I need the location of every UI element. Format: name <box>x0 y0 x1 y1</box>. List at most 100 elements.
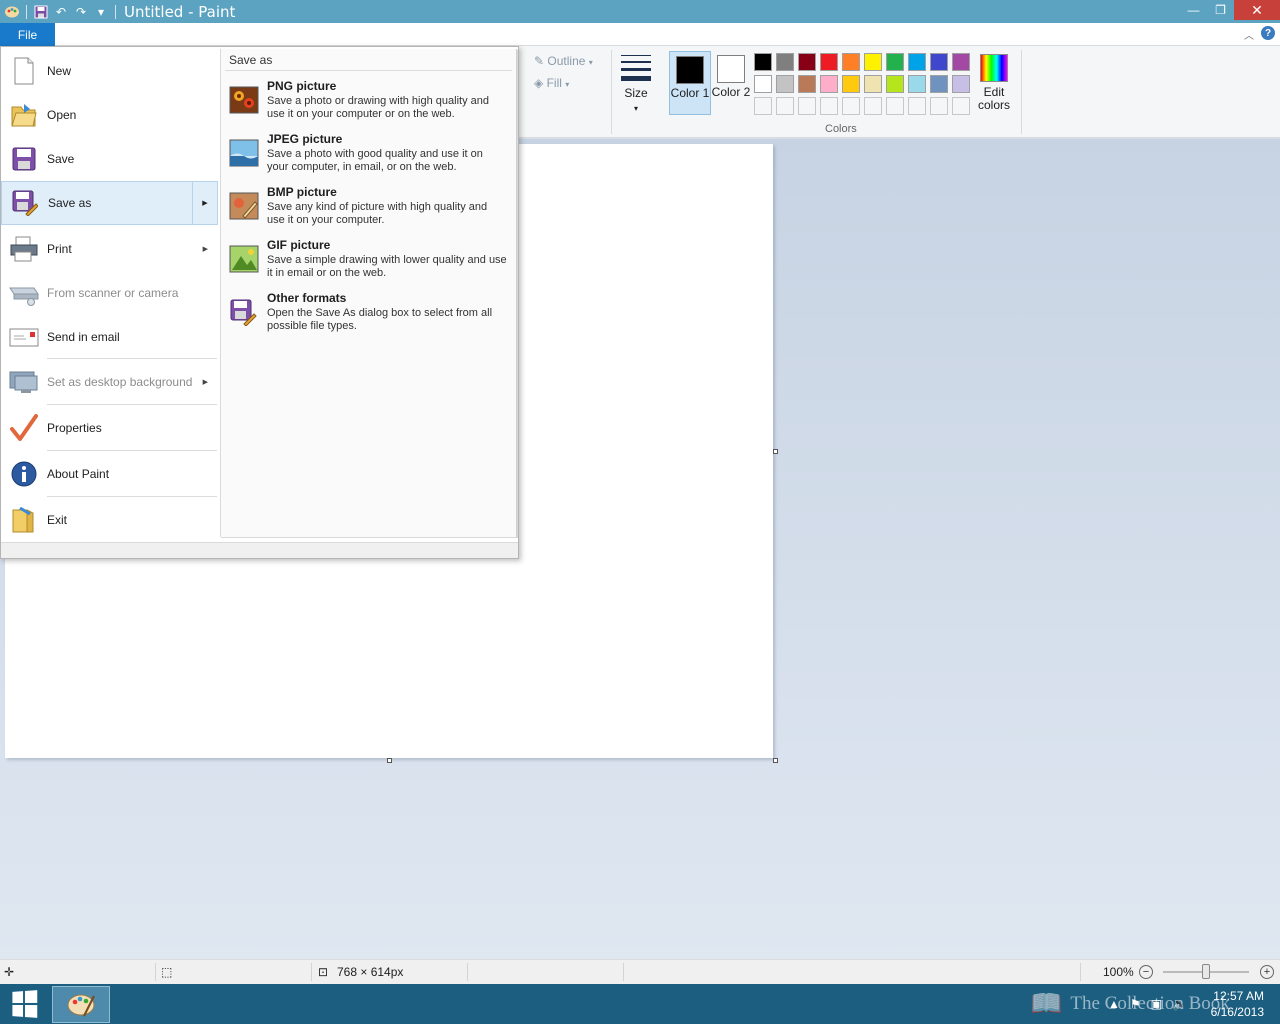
menu-item-send-email[interactable]: Send in email <box>1 315 218 359</box>
taskbar-paint-button[interactable] <box>52 986 110 1023</box>
custom-color-slot[interactable] <box>886 97 904 115</box>
custom-color-slot[interactable] <box>842 97 860 115</box>
palette-swatch[interactable] <box>864 53 882 71</box>
outline-label: Outline <box>547 54 586 68</box>
printer-icon <box>9 234 39 264</box>
color1-label: Color 1 <box>670 86 710 100</box>
menu-item-save-as[interactable]: Save as ▶ <box>1 181 218 225</box>
custom-color-slot[interactable] <box>820 97 838 115</box>
custom-color-slot[interactable] <box>864 97 882 115</box>
palette-swatch[interactable] <box>776 53 794 71</box>
paint-app-icon[interactable] <box>2 2 22 22</box>
close-button[interactable]: ✕ <box>1234 0 1280 20</box>
palette-swatch[interactable] <box>864 75 882 93</box>
menu-divider <box>47 496 217 497</box>
color1-swatch <box>676 56 704 84</box>
palette-swatch[interactable] <box>798 53 816 71</box>
palette-swatch[interactable] <box>886 75 904 93</box>
menu-item-exit[interactable]: Exit <box>1 498 218 542</box>
zoom-in-button[interactable]: + <box>1260 965 1274 979</box>
palette-swatch[interactable] <box>776 75 794 93</box>
format-item-other[interactable]: Other formats Open the Save As dialog bo… <box>227 291 513 341</box>
format-item-jpeg[interactable]: JPEG picture Save a photo with good qual… <box>227 132 513 182</box>
save-icon[interactable] <box>31 2 51 22</box>
chevron-right-icon: ▶ <box>202 246 208 253</box>
custom-color-slot[interactable] <box>952 97 970 115</box>
palette-swatch[interactable] <box>820 53 838 71</box>
palette-swatch[interactable] <box>886 53 904 71</box>
outline-dropdown[interactable]: ✎ Outline ▾ <box>534 54 593 68</box>
bmp-picture-icon <box>229 192 259 222</box>
restore-button[interactable]: ❐ <box>1207 0 1234 20</box>
minimize-button[interactable]: — <box>1180 0 1207 20</box>
format-item-png[interactable]: PNG picture Save a photo or drawing with… <box>227 79 513 129</box>
clock-time: 12:57 AM <box>1213 989 1264 1003</box>
palette-swatch[interactable] <box>908 53 926 71</box>
custom-color-slot[interactable] <box>754 97 772 115</box>
palette-swatch[interactable] <box>798 75 816 93</box>
format-title: JPEG picture <box>267 132 343 146</box>
menu-item-properties[interactable]: Properties <box>1 406 218 450</box>
help-icon[interactable]: ? <box>1261 26 1275 40</box>
network-icon[interactable]: ▣ <box>1151 997 1162 1011</box>
status-divider <box>1080 963 1081 981</box>
custom-color-slot[interactable] <box>908 97 926 115</box>
resize-handle-corner[interactable] <box>773 758 778 763</box>
show-hidden-icons-icon[interactable]: ▲ <box>1108 997 1120 1011</box>
resize-handle-right[interactable] <box>773 449 778 454</box>
format-item-bmp[interactable]: BMP picture Save any kind of picture wit… <box>227 185 513 235</box>
save-as-panel-title: Save as <box>225 49 512 71</box>
palette-swatch[interactable] <box>952 75 970 93</box>
custom-color-slot[interactable] <box>776 97 794 115</box>
file-tab[interactable]: File <box>0 23 55 46</box>
palette-swatch[interactable] <box>952 53 970 71</box>
menu-item-desktop-background[interactable]: Set as desktop background ▶ <box>1 360 218 404</box>
line-width-icon <box>618 55 654 81</box>
canvas-size-readout: 768 × 614px <box>337 965 404 979</box>
palette-swatch[interactable] <box>754 53 772 71</box>
clock[interactable]: 12:57 AM 6/16/2013 <box>1211 988 1264 1020</box>
jpeg-picture-icon <box>229 139 259 169</box>
size-label: Size <box>624 86 648 100</box>
undo-icon[interactable]: ↶ <box>51 2 71 22</box>
menu-item-scanner[interactable]: From scanner or camera <box>1 271 218 315</box>
format-description: Save a simple drawing with lower quality… <box>267 254 507 279</box>
palette-swatch[interactable] <box>754 75 772 93</box>
palette-swatch[interactable] <box>842 75 860 93</box>
title-bar: ↶ ↷ ▾ Untitled - Paint — ❐ ✕ <box>0 0 1280 23</box>
info-icon <box>9 459 39 489</box>
color2-label: Color 2 <box>711 85 751 99</box>
palette-swatch[interactable] <box>908 75 926 93</box>
menu-item-open[interactable]: Open <box>1 93 218 137</box>
palette-swatch[interactable] <box>842 53 860 71</box>
redo-icon[interactable]: ↷ <box>71 2 91 22</box>
chevron-down-icon: ▾ <box>588 58 593 67</box>
size-dropdown[interactable]: Size ▾ <box>618 52 654 114</box>
menu-item-about[interactable]: About Paint <box>1 452 218 496</box>
collapse-ribbon-icon[interactable]: ︿ <box>1244 27 1254 42</box>
palette-swatch[interactable] <box>930 53 948 71</box>
start-button[interactable] <box>8 989 40 1019</box>
volume-icon[interactable]: 🔈 <box>1172 997 1187 1011</box>
palette-swatch[interactable] <box>930 75 948 93</box>
checkmark-icon <box>9 413 39 443</box>
zoom-slider-thumb[interactable] <box>1202 964 1210 979</box>
zoom-out-button[interactable]: − <box>1139 965 1153 979</box>
custom-color-slot[interactable] <box>798 97 816 115</box>
paint-palette-icon <box>67 994 95 1016</box>
menu-item-print[interactable]: Print ▶ <box>1 227 218 271</box>
menu-item-new[interactable]: New <box>1 49 218 93</box>
color1-button[interactable]: Color 1 <box>669 51 711 115</box>
menu-item-save[interactable]: Save <box>1 137 218 181</box>
palette-swatch[interactable] <box>820 75 838 93</box>
color2-button[interactable]: Color 2 <box>710 51 752 115</box>
custom-color-slot[interactable] <box>930 97 948 115</box>
resize-handle-bottom[interactable] <box>387 758 392 763</box>
edit-colors-button[interactable]: Edit colors <box>976 54 1012 112</box>
save-as-submenu-arrow-icon[interactable]: ▶ <box>192 181 217 225</box>
gif-picture-icon <box>229 245 259 275</box>
customize-qat-icon[interactable]: ▾ <box>91 2 111 22</box>
fill-dropdown[interactable]: ◈ Fill ▾ <box>534 76 569 90</box>
action-center-flag-icon[interactable]: ⚑ <box>1130 997 1141 1011</box>
format-item-gif[interactable]: GIF picture Save a simple drawing with l… <box>227 238 513 288</box>
